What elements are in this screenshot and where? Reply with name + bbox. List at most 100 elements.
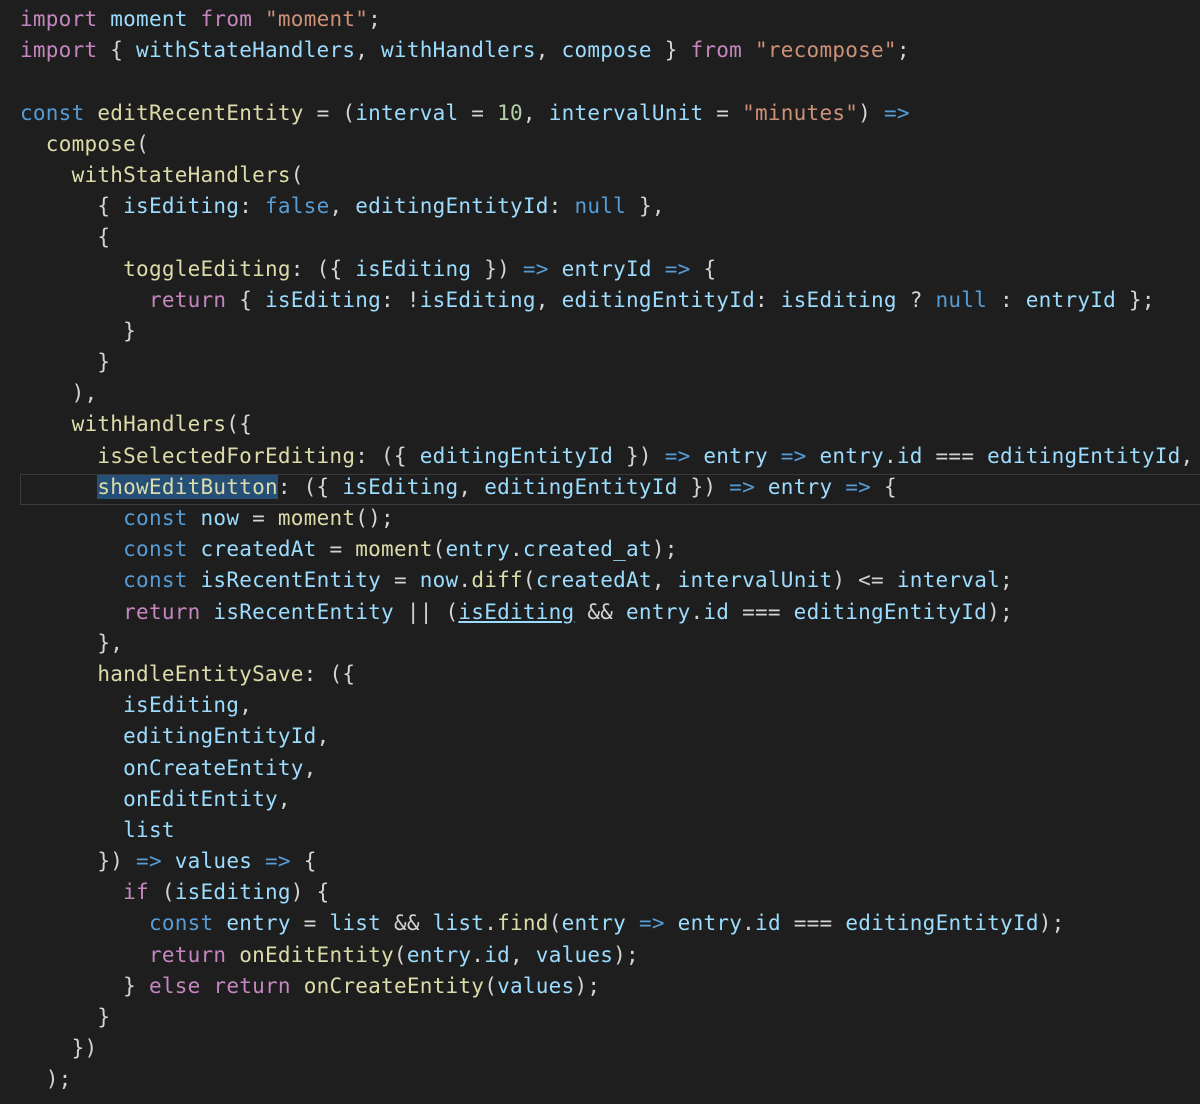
code-token: isEditing (458, 599, 575, 624)
code-token: isRecentEntity (213, 599, 394, 624)
code-line[interactable]: ); (20, 1064, 1193, 1095)
code-token: withStateHandlers (71, 162, 291, 187)
code-line[interactable]: ), (20, 378, 1193, 409)
code-token: created_at (522, 537, 652, 562)
code-line[interactable]: const editRecentEntity = (interval = 10,… (20, 98, 1193, 129)
code-line[interactable]: editingEntityId, (20, 721, 1193, 752)
code-line[interactable]: withStateHandlers( (20, 160, 1193, 191)
code-line[interactable]: import { withStateHandlers, withHandlers… (20, 35, 1193, 66)
code-token: createdAt (535, 568, 652, 593)
code-token: entry (561, 911, 627, 936)
code-line[interactable]: handleEntitySave: ({ (20, 659, 1193, 690)
code-token: = (290, 911, 330, 936)
code-token: , (522, 100, 549, 125)
code-line[interactable]: const now = moment(); (20, 503, 1193, 534)
code-line[interactable]: const isRecentEntity = now.diff(createdA… (20, 565, 1193, 596)
code-token: : ({ (290, 256, 356, 281)
code-token: 10 (497, 100, 523, 125)
code-line[interactable]: if (isEditing) { (20, 877, 1193, 908)
code-token: { (290, 849, 317, 874)
code-line[interactable]: }) (20, 1033, 1193, 1064)
code-token: . (458, 568, 472, 593)
code-token: showEditButton (97, 474, 278, 499)
code-line[interactable]: list (20, 815, 1193, 846)
code-token: toggleEditing (123, 256, 291, 281)
code-token: withStateHandlers (136, 38, 356, 63)
code-line[interactable]: }, (20, 628, 1193, 659)
code-token: , (1180, 443, 1194, 468)
code-token: } (651, 38, 691, 63)
code-line[interactable]: return { isEditing: !isEditing, editingE… (20, 285, 1193, 316)
code-line[interactable]: { (20, 222, 1193, 253)
code-line[interactable]: }) => values => { (20, 846, 1193, 877)
code-line[interactable]: } (20, 1002, 1193, 1033)
code-line[interactable]: isEditing, (20, 690, 1193, 721)
code-token: return (148, 287, 227, 312)
code-token: entry (703, 443, 768, 468)
code-token: . (471, 942, 485, 967)
code-line[interactable]: showEditButton: ({ isEditing, editingEnt… (20, 472, 1193, 503)
code-token: handleEntitySave (97, 661, 304, 686)
code-token: ( (548, 911, 562, 936)
code-editor[interactable]: import moment from "moment"; import { wit… (0, 0, 1200, 1104)
code-token: } (20, 1005, 111, 1029)
code-line[interactable]: onEditEntity, (20, 784, 1193, 815)
code-token: , (303, 755, 317, 780)
code-token: now (419, 568, 459, 593)
code-token: compose (45, 131, 137, 156)
code-line[interactable]: return isRecentEntity || (isEditing && e… (20, 597, 1193, 628)
code-token: { (226, 287, 265, 312)
code-token: moment (277, 506, 356, 530)
code-token: const (123, 537, 188, 562)
code-token: { (20, 194, 124, 219)
code-line[interactable]: const createdAt = moment(entry.created_a… (20, 534, 1193, 565)
code-line[interactable]: const entry = list && list.find(entry =>… (20, 908, 1193, 939)
code-token: editRecentEntity (97, 100, 304, 125)
code-token: isEditing (123, 693, 240, 718)
code-line[interactable]: onCreateEntity, (20, 753, 1193, 784)
code-token: ( (148, 880, 175, 905)
code-token: "moment" (265, 7, 369, 31)
code-line[interactable]: ​ (20, 66, 1193, 97)
code-token: editingEntityId (793, 599, 988, 624)
code-token: = ( (303, 100, 356, 125)
code-token: { (871, 474, 897, 499)
code-line[interactable]: } (20, 316, 1193, 347)
code-token: editingEntityId (845, 911, 1039, 936)
code-line[interactable]: compose( (20, 129, 1193, 160)
code-token: }) (677, 474, 730, 499)
code-token: }, (626, 194, 665, 219)
code-line[interactable]: } (20, 347, 1193, 378)
code-line[interactable]: import moment from "moment"; (20, 4, 1193, 35)
code-line[interactable]: toggleEditing: ({ isEditing }) => entryI… (20, 254, 1193, 285)
code-token: } (20, 350, 111, 375)
code-token: : (239, 194, 265, 219)
code-token: , (277, 786, 291, 811)
code-token: ); (987, 599, 1013, 624)
code-line[interactable]: return onEditEntity(entry.id, values); (20, 940, 1193, 971)
code-token: entry (626, 599, 691, 624)
code-token: entry (677, 911, 743, 936)
code-text-area[interactable]: import moment from "moment"; import { wit… (20, 4, 1193, 1096)
code-line[interactable]: isSelectedForEditing: ({ editingEntityId… (20, 441, 1193, 472)
code-token: interval (896, 568, 1000, 593)
code-token: import (20, 38, 98, 63)
code-token: compose (561, 38, 652, 63)
code-token: ) { (290, 880, 330, 905)
code-token: "minutes" (742, 100, 859, 125)
code-line[interactable]: } else return onCreateEntity(values); (20, 971, 1193, 1002)
code-token: ); (651, 537, 678, 562)
code-token: }) (613, 443, 665, 468)
code-line[interactable]: { isEditing: false, editingEntityId: nul… (20, 191, 1193, 222)
code-token: => (664, 256, 691, 281)
code-line[interactable]: withHandlers({ (20, 409, 1193, 440)
code-token: } (20, 318, 137, 343)
